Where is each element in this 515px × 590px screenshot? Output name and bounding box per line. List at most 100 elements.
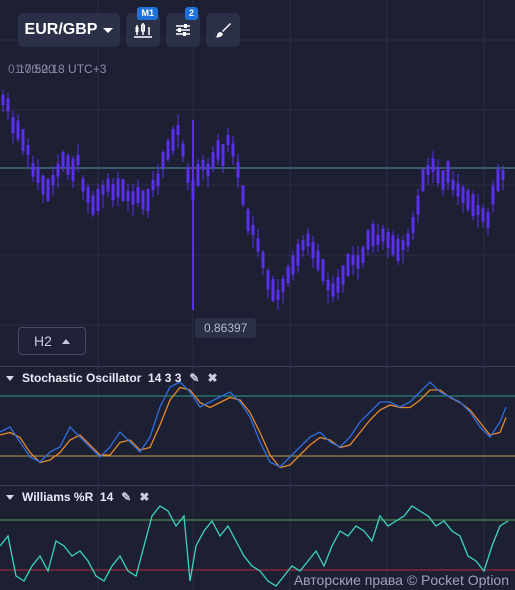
- candle-body: [126, 191, 130, 201]
- stochastic-header: Stochastic Oscillator 14 3 3 ✎ ✖: [6, 371, 218, 385]
- stochastic-title: Stochastic Oscillator 14 3 3: [22, 371, 182, 385]
- candle-body: [351, 255, 355, 265]
- candle-body: [361, 247, 365, 263]
- candle-body: [101, 185, 105, 195]
- candle-body: [166, 140, 170, 160]
- candle-body: [116, 178, 120, 198]
- timeframe-label: H2: [34, 333, 52, 349]
- candle-body: [406, 233, 410, 247]
- candle-body: [251, 225, 255, 235]
- candle-body: [51, 175, 55, 185]
- chevron-up-icon: [61, 338, 70, 344]
- chart-type-button[interactable]: M1: [126, 7, 160, 47]
- candle-body: [11, 117, 15, 133]
- candle-body: [91, 195, 95, 215]
- candle-body: [411, 217, 415, 233]
- candle-body: [216, 140, 220, 160]
- candle-body: [246, 209, 250, 231]
- candle-body: [76, 155, 80, 165]
- candle-body: [291, 255, 295, 275]
- candle-body: [231, 143, 235, 157]
- main-price-chart[interactable]: EUR/GBP M1 2 01:00:00 17:52:18 UTC+3 0.8…: [0, 0, 515, 366]
- candle-body: [476, 205, 480, 215]
- candle-body: [436, 167, 440, 183]
- williams-header: Williams %R 14 ✎ ✖: [6, 490, 149, 504]
- candle-body: [431, 158, 435, 172]
- candle-body: [316, 250, 320, 270]
- candle-body: [326, 280, 330, 290]
- candle-body: [371, 224, 375, 246]
- candle-body: [181, 143, 185, 157]
- drawing-tools-button[interactable]: [206, 13, 240, 47]
- candle-body: [451, 180, 455, 190]
- candle-body: [386, 232, 390, 248]
- candle-body: [376, 235, 380, 245]
- candle-body: [141, 190, 145, 210]
- candle-body: [241, 185, 245, 205]
- candle-body: [296, 244, 300, 266]
- candle-body: [106, 178, 110, 192]
- chart-toolbar: EUR/GBP M1 2: [18, 7, 240, 47]
- stochastic-k-line: [0, 381, 507, 468]
- brush-icon: [215, 23, 231, 38]
- edit-pencil-icon[interactable]: ✎: [121, 490, 131, 504]
- candle-body: [156, 173, 160, 187]
- timeframe-badge: M1: [137, 7, 158, 20]
- candle-body: [71, 159, 75, 181]
- price-chart-canvas[interactable]: [0, 0, 515, 366]
- candle-body: [81, 178, 85, 192]
- candle-body: [6, 98, 10, 112]
- candle-body: [261, 252, 265, 268]
- candle-body: [446, 161, 450, 183]
- timeframe-button[interactable]: H2: [18, 327, 86, 355]
- candle-body: [501, 170, 505, 180]
- candle-body: [136, 187, 140, 203]
- candle-body: [381, 228, 385, 242]
- candle-body: [161, 152, 165, 168]
- candle-body: [391, 235, 395, 255]
- candle-body: [26, 145, 30, 155]
- candle-body: [486, 212, 490, 228]
- candle-body: [286, 267, 290, 283]
- chevron-down-icon: [103, 27, 114, 33]
- collapse-icon[interactable]: [6, 494, 14, 500]
- candle-body: [46, 179, 50, 201]
- candle-body: [416, 195, 420, 215]
- candle-body: [461, 187, 465, 203]
- copyright-watermark: Авторские права © Pocket Option: [293, 572, 509, 588]
- candle-body: [471, 194, 475, 216]
- candle-body: [456, 183, 460, 197]
- candle-body: [201, 160, 205, 170]
- candle-body: [426, 165, 430, 175]
- candle-body: [96, 189, 100, 211]
- close-icon[interactable]: ✖: [139, 490, 149, 504]
- candle-body: [236, 162, 240, 178]
- candle-body: [366, 230, 370, 250]
- candlestick-chart-icon: [134, 23, 152, 38]
- collapse-icon[interactable]: [6, 375, 14, 381]
- williams-panel[interactable]: Williams %R 14 ✎ ✖ Авторские права © Poc…: [0, 485, 515, 590]
- candle-body: [336, 277, 340, 293]
- candle-body: [441, 170, 445, 190]
- candle-body: [121, 179, 125, 201]
- candle-body: [281, 278, 285, 292]
- edit-pencil-icon[interactable]: ✎: [189, 371, 199, 385]
- candle-body: [206, 163, 210, 177]
- sliders-icon: [176, 24, 190, 36]
- indicators-button[interactable]: 2: [166, 7, 200, 47]
- candle-body: [186, 167, 190, 183]
- candle-body: [491, 185, 495, 205]
- close-icon[interactable]: ✖: [207, 371, 217, 385]
- candle-body: [61, 152, 65, 168]
- asset-selector-button[interactable]: EUR/GBP: [18, 13, 120, 47]
- candle-body: [221, 144, 225, 166]
- candle-body: [176, 125, 180, 135]
- candle-body: [171, 129, 175, 151]
- stochastic-panel[interactable]: Stochastic Oscillator 14 3 3 ✎ ✖: [0, 366, 515, 485]
- candle-body: [146, 189, 150, 211]
- candle-body: [56, 163, 60, 177]
- candle-body: [21, 129, 25, 151]
- indicators-count-badge: 2: [184, 7, 198, 20]
- candle-body: [466, 190, 470, 210]
- candle-body: [36, 167, 40, 183]
